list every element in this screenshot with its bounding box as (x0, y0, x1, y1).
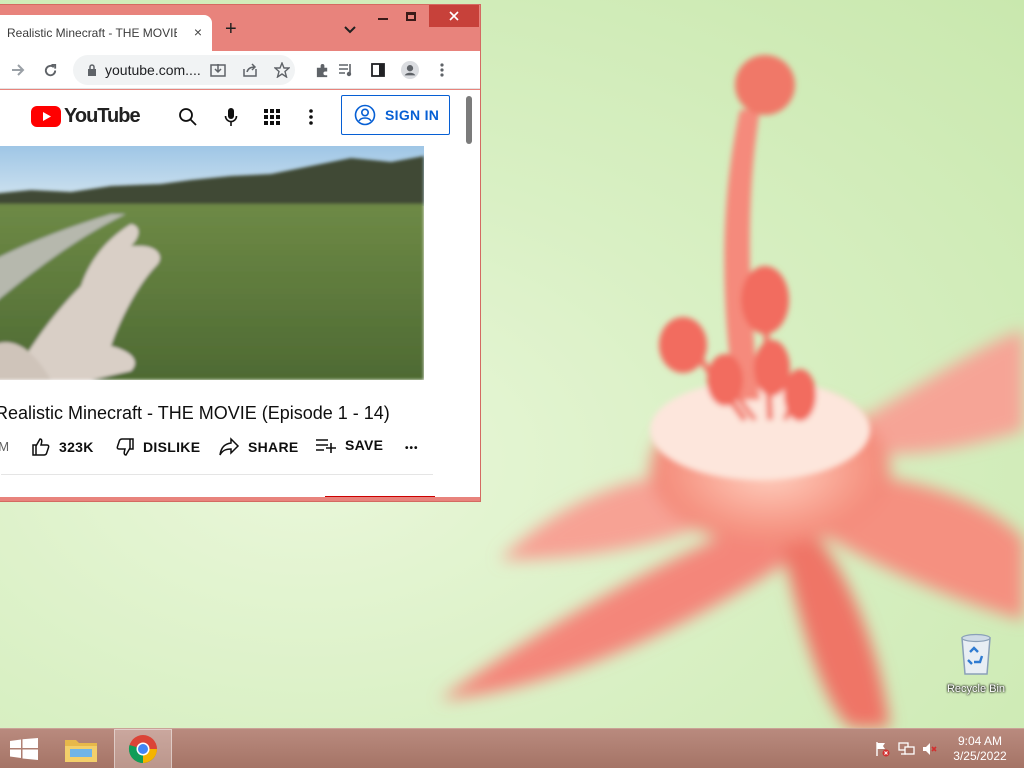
sign-in-label: SIGN IN (385, 107, 440, 123)
video-frame (0, 146, 424, 380)
recycle-bin-label: Recycle Bin (946, 683, 1006, 695)
url-text: youtube.com.... (105, 62, 201, 78)
volume-muted-icon[interactable] (922, 741, 938, 757)
apps-grid-icon[interactable] (261, 106, 283, 128)
save-button[interactable]: SAVE (315, 437, 383, 453)
search-icon[interactable] (177, 106, 199, 128)
microphone-icon[interactable] (220, 106, 242, 128)
windows-logo-icon (10, 738, 38, 760)
folder-icon (65, 740, 97, 762)
like-button[interactable]: 323K (31, 437, 94, 457)
new-tab-button[interactable]: + (225, 19, 237, 39)
tab-title: Realistic Minecraft - THE MOVIE (7, 26, 177, 40)
scrollbar-thumb[interactable] (466, 96, 472, 144)
chrome-taskbar-button[interactable] (114, 729, 172, 768)
maximize-button[interactable] (397, 5, 425, 27)
system-clock[interactable]: 9:04 AM 3/25/2022 (948, 734, 1012, 764)
browser-menu-icon[interactable] (433, 61, 451, 79)
file-explorer-taskbar-button[interactable] (52, 729, 110, 768)
account-circle-icon (354, 104, 376, 126)
share-arrow-icon (219, 437, 240, 456)
bookmark-star-icon[interactable] (273, 61, 291, 79)
youtube-header: YouTube SIGN IN (0, 90, 462, 144)
dislike-label: DISLIKE (143, 439, 201, 455)
extensions-puzzle-icon[interactable] (313, 61, 331, 79)
thumbs-up-icon (32, 438, 50, 456)
recycle-bin-icon (961, 633, 991, 675)
share-icon[interactable] (241, 61, 259, 79)
taskbar: 9:04 AM 3/25/2022 (0, 728, 1024, 768)
network-icon[interactable] (898, 741, 915, 757)
browser-toolbar: youtube.com.... (0, 51, 480, 89)
video-player[interactable] (0, 146, 424, 380)
tab-search-chevron-icon[interactable] (344, 23, 356, 37)
minimize-button[interactable] (369, 5, 397, 27)
start-button[interactable] (10, 738, 38, 765)
more-actions-button[interactable]: ••• (405, 443, 419, 454)
action-center-flag-icon[interactable] (874, 741, 890, 757)
close-window-button[interactable] (429, 5, 479, 27)
side-panel-icon[interactable] (369, 61, 387, 79)
more-options-icon[interactable] (300, 106, 322, 128)
browser-window[interactable]: Realistic Minecraft - THE MOVIE × + yout… (0, 4, 481, 502)
video-title: Realistic Minecraft - THE MOVIE (Episode… (0, 403, 390, 423)
clock-date: 3/25/2022 (953, 749, 1007, 763)
close-tab-icon[interactable]: × (194, 25, 202, 39)
sign-in-button[interactable]: SIGN IN (341, 95, 450, 135)
thumbs-down-icon (116, 438, 134, 456)
browser-titlebar[interactable]: Realistic Minecraft - THE MOVIE × + (0, 5, 480, 51)
forward-arrow-icon[interactable] (9, 61, 27, 79)
youtube-page[interactable]: YouTube SIGN IN Realistic Minecraft - TH… (0, 90, 462, 497)
address-bar[interactable]: youtube.com.... (73, 55, 295, 85)
clock-time: 9:04 AM (957, 734, 1003, 748)
like-count: 323K (59, 439, 94, 455)
playlist-add-icon (316, 439, 336, 453)
save-label: SAVE (345, 437, 384, 453)
youtube-logo[interactable]: YouTube (31, 105, 141, 128)
media-control-icon[interactable] (337, 61, 355, 79)
lock-icon (88, 64, 96, 76)
install-app-icon[interactable] (209, 61, 227, 79)
video-actions: 323K DISLIKE SHARE SAVE ••• (0, 435, 462, 465)
share-button[interactable]: SHARE (218, 437, 299, 457)
page-scrollbar[interactable] (462, 90, 480, 497)
recycle-bin-shortcut[interactable]: Recycle Bin (940, 632, 1012, 695)
profile-avatar-icon[interactable] (401, 61, 419, 79)
share-label: SHARE (248, 439, 299, 455)
youtube-logo-text: YouTube (64, 105, 141, 127)
youtube-play-logo-icon (31, 106, 61, 127)
subscribe-button-peek[interactable] (325, 496, 435, 497)
dislike-button[interactable]: DISLIKE (115, 437, 200, 457)
divider (1, 474, 433, 475)
reload-icon[interactable] (41, 61, 59, 79)
chrome-logo-icon (128, 735, 157, 763)
browser-tab[interactable]: Realistic Minecraft - THE MOVIE × (0, 15, 212, 51)
